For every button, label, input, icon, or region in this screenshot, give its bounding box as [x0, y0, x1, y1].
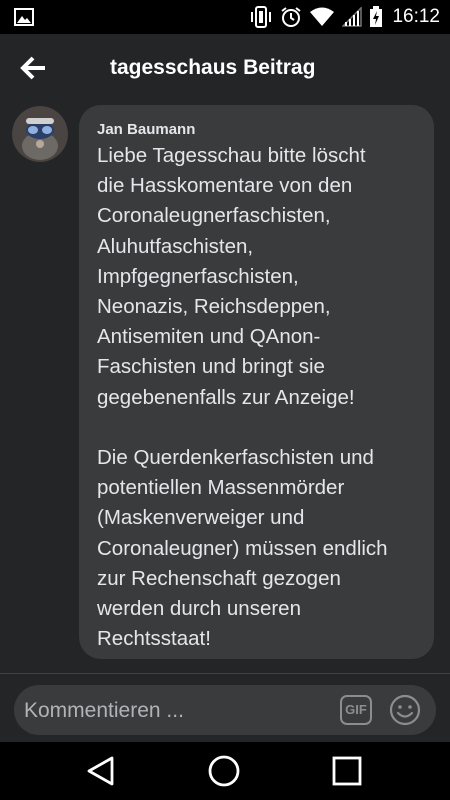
comment-bubble: Jan Baumann Liebe Tagesschau bitte lösch… — [79, 105, 434, 659]
home-circle-icon — [208, 755, 240, 787]
page-title: tagesschaus Beitrag — [110, 56, 316, 79]
nav-recents-button[interactable] — [330, 754, 364, 788]
alarm-icon — [281, 7, 302, 27]
gif-button[interactable]: GIF — [340, 695, 372, 725]
battery-icon — [370, 6, 383, 27]
comment-text: Liebe Tagesschau bitte löscht die Hassko… — [97, 144, 388, 651]
avatar[interactable] — [12, 106, 68, 162]
nav-home-button[interactable] — [207, 754, 241, 788]
comment-input[interactable] — [22, 693, 326, 729]
comment-author[interactable]: Jan Baumann — [97, 121, 195, 138]
divider — [0, 673, 450, 674]
emoji-icon — [389, 694, 421, 726]
emoji-button[interactable] — [389, 694, 421, 726]
signal-icon — [342, 7, 363, 27]
back-triangle-icon — [87, 756, 114, 786]
comment-composer: GIF — [14, 685, 436, 735]
recents-square-icon — [332, 756, 362, 786]
navigation-bar — [0, 742, 450, 800]
image-icon — [14, 8, 34, 26]
arrow-left-icon — [20, 56, 45, 80]
status-bar: 16:12 — [0, 0, 450, 34]
avatar-image — [12, 106, 68, 162]
wifi-icon — [310, 7, 335, 26]
header-bar: tagesschaus Beitrag — [0, 34, 450, 102]
nav-back-button[interactable] — [84, 754, 118, 788]
vibrate-icon — [251, 6, 272, 28]
clock: 16:12 — [392, 6, 440, 27]
back-button[interactable] — [18, 54, 48, 82]
